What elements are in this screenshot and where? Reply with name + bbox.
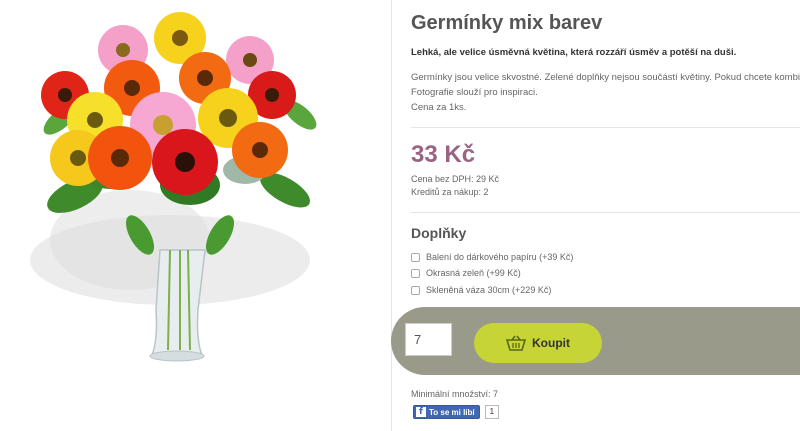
basket-icon bbox=[506, 335, 526, 351]
product-title: Germínky mix barev bbox=[411, 12, 603, 34]
facebook-like-button[interactable]: f To se mi líbí bbox=[413, 405, 480, 419]
addon-glass-vase[interactable]: Skleněná váza 30cm (+229 Kč) bbox=[411, 283, 551, 297]
addon-gift-wrap[interactable]: Balení do dárkového papíru (+39 Kč) bbox=[411, 250, 573, 264]
divider bbox=[411, 127, 800, 128]
addon-checkbox[interactable] bbox=[411, 252, 420, 262]
facebook-icon: f bbox=[416, 407, 426, 417]
buy-panel: Koupit bbox=[391, 307, 800, 375]
price: 33 Kč bbox=[411, 141, 476, 168]
addon-label: Balení do dárkového papíru (+39 Kč) bbox=[426, 252, 574, 262]
quantity-input[interactable] bbox=[405, 323, 452, 356]
addon-checkbox[interactable] bbox=[411, 268, 420, 278]
facebook-like-label: To se mi líbí bbox=[429, 407, 475, 417]
buy-button[interactable]: Koupit bbox=[474, 323, 602, 363]
minimum-quantity: Minimální množství: 7 bbox=[411, 389, 499, 399]
buy-label: Koupit bbox=[532, 336, 570, 350]
facebook-like: f To se mi líbí 1 bbox=[413, 405, 500, 419]
product-image bbox=[20, 10, 340, 370]
description-line-1: Germínky jsou velice skvostné. Zelené do… bbox=[411, 72, 800, 83]
credits-info: Kreditů za nákup: 2 bbox=[411, 187, 489, 197]
unit-price-note: Cena za 1ks. bbox=[411, 102, 467, 113]
addon-greenery[interactable]: Okrasná zeleň (+99 Kč) bbox=[411, 266, 521, 280]
product-lead: Lehká, ale velice úsměvná květina, která… bbox=[411, 47, 737, 58]
description-line-2: Fotografie slouží pro inspiraci. bbox=[411, 87, 538, 98]
addon-label: Skleněná váza 30cm (+229 Kč) bbox=[426, 285, 552, 295]
price-without-vat: Cena bez DPH: 29 Kč bbox=[411, 174, 500, 184]
addons-title: Doplňky bbox=[411, 225, 467, 241]
divider bbox=[411, 212, 800, 213]
facebook-like-count: 1 bbox=[484, 405, 500, 419]
product-description: Germínky jsou velice skvostné. Zelené do… bbox=[411, 70, 800, 100]
column-divider bbox=[391, 0, 392, 431]
addon-label: Okrasná zeleň (+99 Kč) bbox=[426, 268, 521, 278]
addon-checkbox[interactable] bbox=[411, 285, 420, 295]
